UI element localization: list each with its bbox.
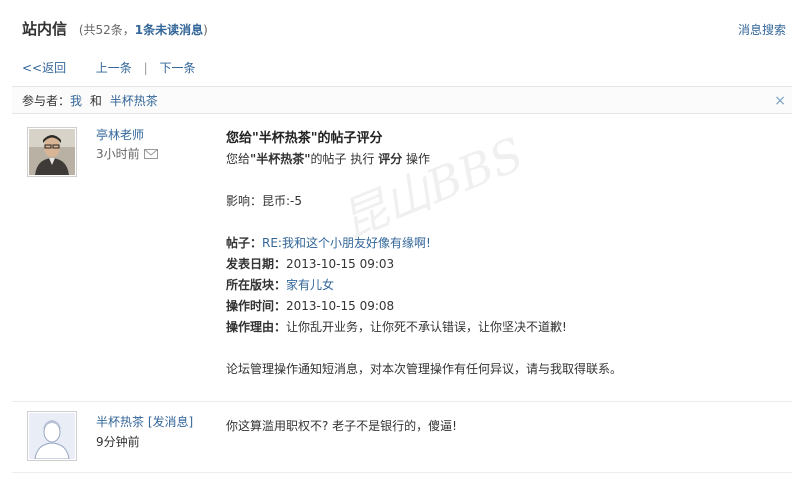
page-header: 站内信 (共52条，1条未读消息) 消息搜索 — [22, 18, 786, 42]
message-nav: <<返回 上一条 | 下一条 — [22, 59, 196, 76]
page-title: 站内信 — [22, 20, 68, 38]
next-message-link[interactable]: 下一条 — [160, 59, 196, 76]
nav-separator: | — [143, 61, 148, 75]
message-text: 你这算滥用职权不? 老子不是银行的，傻逼! — [226, 419, 457, 433]
post-row: 帖子：RE:我和这个小朋友好像有缘啊! — [226, 236, 431, 250]
message-body: 您给"半杯热茶"的帖子评分 您给"半杯热茶"的帖子 执行 评分 操作 影响：昆币… — [226, 128, 622, 380]
message-time: 9分钟前 — [96, 435, 140, 449]
author-link[interactable]: 亭林老师 — [96, 126, 144, 143]
back-link[interactable]: <<返回 — [22, 59, 66, 76]
author-row: 半杯热茶 [发消息] — [96, 413, 193, 430]
participant-other-link[interactable]: 半杯热茶 — [110, 94, 158, 108]
message-time: 3小时前 — [96, 145, 158, 162]
send-message-link[interactable]: [发消息] — [148, 415, 193, 429]
envelope-icon — [143, 148, 158, 162]
post-link[interactable]: RE:我和这个小朋友好像有缘啊! — [262, 236, 431, 250]
participant-me-link[interactable]: 我 — [70, 94, 82, 108]
message-search-link[interactable]: 消息搜索 — [738, 21, 786, 38]
close-icon[interactable]: × — [774, 87, 786, 115]
default-avatar-icon — [29, 413, 75, 460]
avatar[interactable] — [27, 127, 77, 177]
message-summary: 您给"半杯热茶"的帖子 执行 评分 操作 — [226, 152, 431, 166]
message-item: 亭林老师 3小时前 您给"半杯热茶"的帖子评分 您给"半杯热茶"的帖子 执行 评… — [12, 116, 792, 402]
prev-message-link[interactable]: 上一条 — [96, 59, 132, 76]
message-item: 半杯热茶 [发消息] 9分钟前 你这算滥用职权不? 老子不是银行的，傻逼! — [12, 402, 792, 473]
board-row: 所在版块：家有儿女 — [226, 278, 335, 292]
avatar[interactable] — [27, 411, 77, 461]
reason-row: 操作理由：让你乱开业务，让你死不承认错误，让你坚决不道歉! — [226, 320, 567, 334]
participants-label: 参与者： — [22, 94, 71, 108]
message-subject: 您给"半杯热茶"的帖子评分 — [226, 131, 383, 146]
influence-text: 影响：昆币:-5 — [226, 194, 303, 208]
author-link[interactable]: 半杯热茶 — [96, 415, 144, 429]
notice-footer: 论坛管理操作通知短消息，对本次管理操作有任何异议，请与我取得联系。 — [226, 362, 623, 376]
date-row: 发表日期：2013-10-15 09:03 — [226, 257, 395, 271]
operation-time-row: 操作时间：2013-10-15 09:08 — [226, 299, 395, 313]
avatar-photo-icon — [29, 129, 75, 175]
participants-and: 和 — [89, 94, 102, 108]
message-body: 你这算滥用职权不? 老子不是银行的，傻逼! — [226, 416, 457, 437]
participants-bar: 参与者：我 和 半杯热茶 × — [12, 86, 792, 114]
board-link[interactable]: 家有儿女 — [286, 278, 334, 292]
unread-count-link[interactable]: 1条未读消息 — [135, 23, 203, 37]
message-count: (共52条，1条未读消息) — [78, 23, 208, 37]
